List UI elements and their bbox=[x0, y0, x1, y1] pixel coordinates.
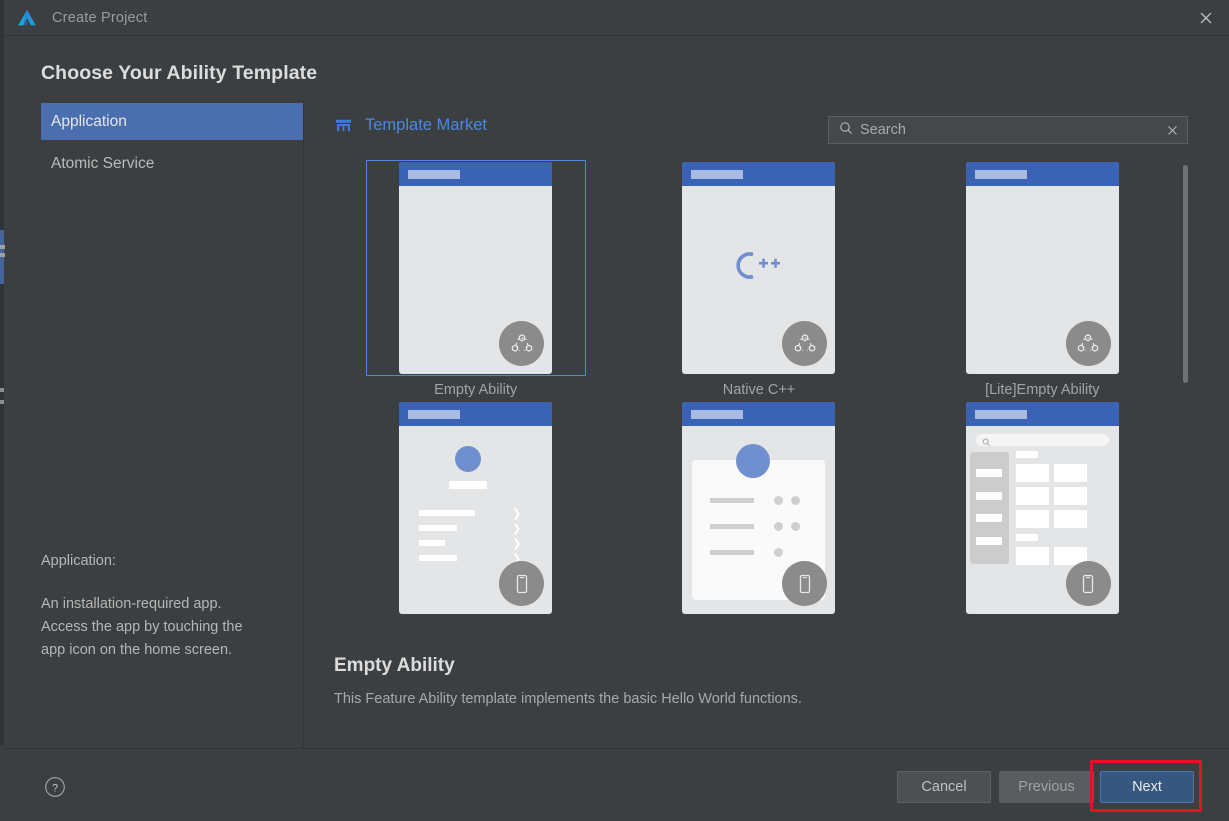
next-button[interactable]: Next bbox=[1100, 771, 1194, 803]
previous-button[interactable]: Previous bbox=[999, 771, 1094, 803]
search-input[interactable] bbox=[860, 122, 1157, 138]
search-clear-icon[interactable] bbox=[1157, 117, 1187, 143]
category-item-atomic-service[interactable]: Atomic Service bbox=[41, 145, 303, 182]
template-tile-lite-empty-ability[interactable]: [Lite]Empty Ability bbox=[901, 160, 1184, 400]
category-description-line: Access the app by touching the bbox=[41, 619, 243, 635]
preview-topbar bbox=[399, 162, 553, 186]
preview-card bbox=[1015, 510, 1049, 528]
preview-search-bar bbox=[975, 434, 1109, 447]
distributed-icon bbox=[782, 321, 828, 366]
template-detail-description: This Feature Ability template implements… bbox=[334, 691, 802, 707]
category-description: Application: An installation-required ap… bbox=[41, 550, 291, 662]
template-tile-frame bbox=[649, 160, 869, 376]
template-tile-list[interactable]: ❯ ❯ ❯ ❯ bbox=[334, 400, 617, 635]
cancel-button-label: Cancel bbox=[921, 779, 967, 795]
template-grid-scrollbar[interactable] bbox=[1181, 160, 1190, 635]
create-project-dialog: Create Project Choose Your Ability Templ… bbox=[0, 0, 1229, 821]
template-tile-card[interactable] bbox=[617, 400, 900, 635]
preview-bar bbox=[710, 498, 755, 503]
phone-icon bbox=[1065, 561, 1111, 606]
window-title: Create Project bbox=[52, 9, 148, 26]
scrollbar-thumb[interactable] bbox=[1183, 165, 1188, 383]
preview-card bbox=[1015, 547, 1049, 565]
category-item-application[interactable]: Application bbox=[41, 103, 303, 140]
preview-card bbox=[1053, 464, 1087, 482]
search-box[interactable] bbox=[828, 116, 1188, 144]
template-tile-frame: ❯ ❯ ❯ ❯ bbox=[366, 400, 586, 616]
template-tile-frame bbox=[932, 400, 1152, 616]
template-pane: Template Market Search Empty Ability Nat… bbox=[304, 100, 1229, 748]
preview-bar bbox=[419, 525, 458, 531]
template-preview bbox=[965, 162, 1119, 374]
chevron-right-icon: ❯ bbox=[512, 537, 522, 550]
chevron-right-icon: ❯ bbox=[512, 507, 522, 520]
dialog-footer: ? Cancel Previous Next bbox=[4, 748, 1229, 821]
template-grid: Empty Ability Native C++ [Lite]Empty Abi… bbox=[334, 160, 1184, 635]
preview-bar bbox=[1015, 451, 1038, 458]
template-tile-caption: Native C++ bbox=[722, 382, 796, 398]
title-bar: Create Project bbox=[4, 0, 1229, 36]
chevron-right-icon: ❯ bbox=[512, 522, 522, 535]
template-preview bbox=[399, 162, 553, 374]
preview-bar bbox=[710, 524, 755, 529]
preview-card bbox=[1053, 487, 1087, 505]
template-tile-catalog[interactable] bbox=[901, 400, 1184, 635]
template-market-link[interactable]: Template Market bbox=[334, 116, 487, 135]
next-button-label: Next bbox=[1132, 779, 1162, 795]
preview-topbar bbox=[965, 402, 1119, 426]
deveco-logo-icon bbox=[16, 7, 38, 29]
category-label: Atomic Service bbox=[51, 154, 155, 172]
distributed-icon bbox=[1065, 321, 1111, 366]
template-preview bbox=[682, 402, 836, 614]
preview-bar bbox=[975, 492, 1002, 500]
preview-bar bbox=[975, 469, 1002, 477]
preview-bar bbox=[449, 481, 488, 489]
template-tile-native-cpp[interactable]: Native C++ bbox=[617, 160, 900, 400]
search-icon bbox=[839, 121, 853, 140]
preview-bar bbox=[710, 550, 755, 555]
help-icon[interactable]: ? bbox=[44, 776, 66, 798]
preview-topbar bbox=[682, 402, 836, 426]
cancel-button[interactable]: Cancel bbox=[897, 771, 991, 803]
phone-icon bbox=[499, 561, 545, 606]
preview-avatar bbox=[455, 446, 482, 472]
page-title: Choose Your Ability Template bbox=[41, 62, 318, 84]
category-label: Application bbox=[51, 112, 127, 130]
category-description-label: Application: bbox=[41, 553, 116, 569]
preview-bar bbox=[419, 555, 458, 561]
preview-bar bbox=[975, 514, 1002, 522]
cpp-mark-icon bbox=[731, 249, 787, 288]
store-icon bbox=[334, 116, 353, 135]
template-grid-row: Empty Ability Native C++ [Lite]Empty Abi… bbox=[334, 160, 1184, 400]
template-tile-frame bbox=[365, 160, 586, 376]
category-description-line: An installation-required app. bbox=[41, 596, 222, 612]
preview-topbar bbox=[682, 162, 836, 186]
template-preview bbox=[682, 162, 836, 374]
preview-bar bbox=[419, 540, 446, 546]
template-preview bbox=[965, 402, 1119, 614]
template-preview: ❯ ❯ ❯ ❯ bbox=[399, 402, 553, 614]
preview-topbar bbox=[965, 162, 1119, 186]
preview-bar bbox=[1015, 534, 1038, 541]
preview-topbar bbox=[399, 402, 553, 426]
template-tile-caption: [Lite]Empty Ability bbox=[985, 382, 1100, 398]
preview-card bbox=[1053, 510, 1087, 528]
distributed-icon bbox=[499, 321, 545, 366]
template-tile-caption: Empty Ability bbox=[434, 382, 518, 398]
template-market-label: Template Market bbox=[365, 116, 487, 134]
preview-card bbox=[1015, 487, 1049, 505]
template-tile-empty-ability[interactable]: Empty Ability bbox=[334, 160, 617, 400]
template-tile-frame bbox=[932, 160, 1152, 376]
category-description-line: app icon on the home screen. bbox=[41, 642, 233, 658]
template-detail-title: Empty Ability bbox=[334, 655, 455, 676]
svg-text:?: ? bbox=[52, 782, 58, 794]
preview-bar bbox=[975, 537, 1002, 545]
previous-button-label: Previous bbox=[1018, 779, 1075, 795]
template-grid-row: ❯ ❯ ❯ ❯ bbox=[334, 400, 1184, 635]
preview-card bbox=[1015, 464, 1049, 482]
preview-bar bbox=[419, 510, 476, 516]
category-pane: Application Atomic Service Application: … bbox=[0, 100, 303, 748]
template-tile-frame bbox=[649, 400, 869, 616]
close-icon[interactable] bbox=[1183, 0, 1229, 35]
